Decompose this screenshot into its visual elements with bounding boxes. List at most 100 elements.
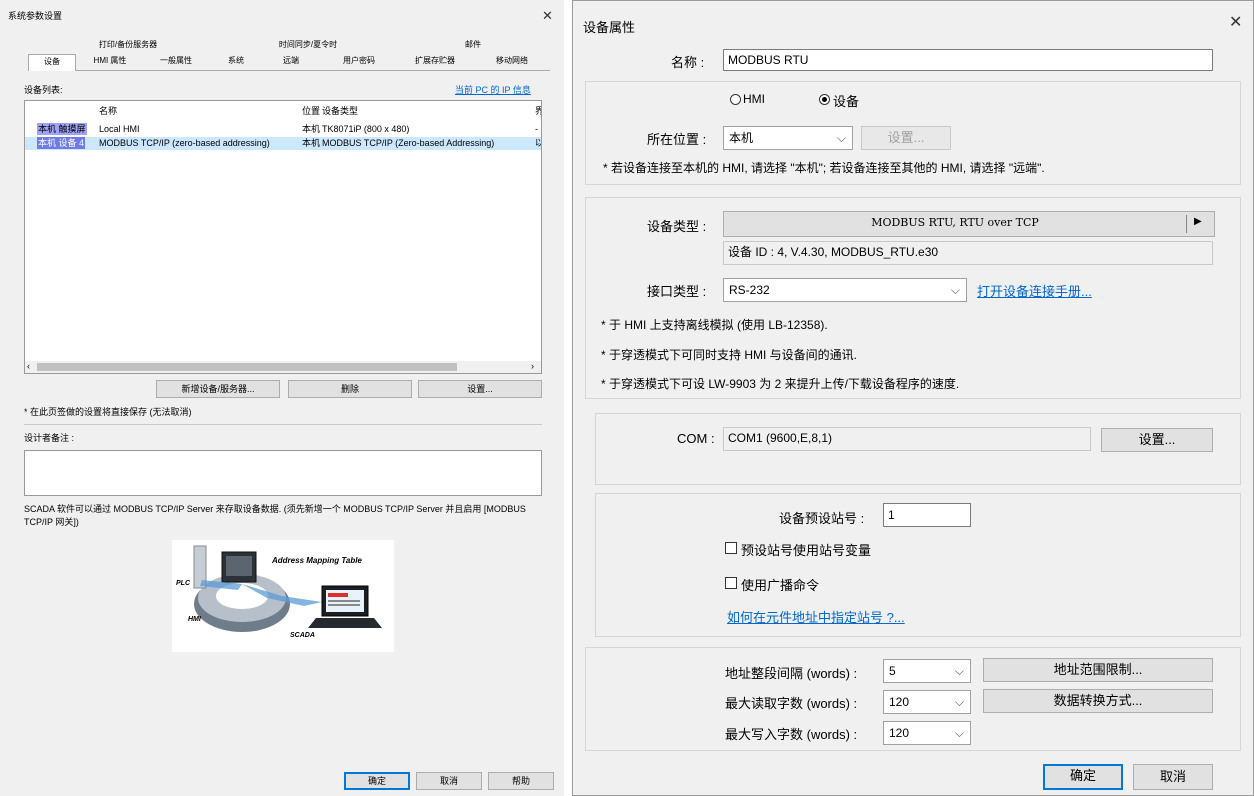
tab-general[interactable]: 一般属性 <box>146 54 206 68</box>
tab-ext-storage[interactable]: 扩展存贮器 <box>400 54 470 68</box>
tab-print-backup[interactable]: 打印/备份服务器 <box>38 38 218 52</box>
max-write-label: 最大写入字数 (words) : <box>725 727 858 742</box>
location-label: 所在位置 : <box>647 132 707 147</box>
ok-button[interactable]: 确定 <box>344 772 410 790</box>
device-type-value: MODBUS RTU, RTU over TCP <box>871 216 1039 229</box>
device-properties-window: 设备属性 ✕ 名称 : MODBUS RTU HMI 设备 所在位置 : 本机 … <box>572 0 1254 796</box>
com-label: COM : <box>677 431 715 446</box>
tab-remote[interactable]: 远端 <box>266 54 316 68</box>
col-location: 位置 <box>302 106 321 116</box>
radio-device[interactable] <box>819 94 830 105</box>
device-type-divider <box>1186 215 1187 233</box>
row-name: Local HMI <box>99 124 140 134</box>
scada-diagram: Address Mapping Table PLC HMI SCADA <box>172 540 394 652</box>
row-tag: 本机 设备 4 <box>37 137 86 149</box>
designer-note-label: 设计者备注 : <box>24 433 75 443</box>
name-label: 名称 : <box>671 55 705 70</box>
row-location: 本机 <box>302 138 321 148</box>
tab-strip: 打印/备份服务器 时间同步/夏令时 邮件 设备 HMI 属性 一般属性 系统 远… <box>28 36 550 71</box>
row-extra: - <box>535 124 538 134</box>
ip-info-link[interactable]: 当前 PC 的 IP 信息 <box>455 84 531 96</box>
name-field[interactable]: MODBUS RTU <box>723 49 1213 71</box>
radio-hmi-label: HMI <box>743 92 765 106</box>
tab-device[interactable]: 设备 <box>28 54 76 71</box>
chevron-down-icon: ⌵ <box>950 283 960 297</box>
diagram-plc: PLC <box>176 580 190 587</box>
ok-button[interactable]: 确定 <box>1043 764 1123 790</box>
station-label: 设备预设站号 : <box>779 511 865 526</box>
interface-label: 接口类型 : <box>647 284 707 299</box>
save-note: * 在此页签做的设置将直接保存 (无法取消) <box>24 407 192 417</box>
max-read-label: 最大读取字数 (words) : <box>725 696 858 711</box>
station-var-label: 预设站号使用站号变量 <box>741 543 872 558</box>
max-write-value: 120 <box>889 726 910 740</box>
device-list-label: 设备列表: <box>24 85 63 95</box>
scada-text: SCADA 软件可以通过 MODBUS TCP/IP Server 来存取设备数… <box>24 504 526 527</box>
interface-value: RS-232 <box>729 283 770 297</box>
horizontal-scrollbar[interactable]: ‹ › <box>25 361 541 373</box>
location-note: * 若设备连接至本机的 HMI, 请选择 "本机"; 若设备连接至其他的 HMI… <box>603 161 1045 175</box>
interface-select[interactable]: RS-232 ⌵ <box>723 278 967 302</box>
max-read-select[interactable]: 120 ⌵ <box>883 690 971 714</box>
location-settings-button[interactable]: 设置... <box>861 126 951 150</box>
settings-button[interactable]: 设置... <box>418 380 542 398</box>
tab-mobile-network[interactable]: 移动网络 <box>476 54 548 68</box>
table-row[interactable]: 本机 触摸屏 Local HMI 本机 TK8071iP (800 x 480)… <box>25 123 541 136</box>
device-type-label: 设备类型 : <box>647 219 707 234</box>
row-extra: 以 <box>535 137 541 149</box>
close-icon[interactable]: ✕ <box>1229 15 1242 31</box>
address-limit-button[interactable]: 地址范围限制... <box>983 658 1213 682</box>
help-button[interactable]: 帮助 <box>488 772 554 790</box>
diagram-scada: SCADA <box>290 632 315 639</box>
cancel-button[interactable]: 取消 <box>1133 764 1213 790</box>
station-field[interactable]: 1 <box>883 503 971 527</box>
window-title: 设备属性 <box>583 20 636 35</box>
device-id-field: 设备 ID : 4, V.4.30, MODBUS_RTU.e30 <box>723 241 1213 265</box>
divider <box>24 424 542 425</box>
addr-interval-value: 5 <box>889 664 896 678</box>
designer-note-input[interactable] <box>24 450 542 496</box>
device-type-select[interactable]: MODBUS RTU, RTU over TCP ▶ <box>723 211 1215 237</box>
note-upload-speed: * 于穿透模式下可设 LW-9903 为 2 来提升上传/下载设备程序的速度. <box>601 377 960 391</box>
system-params-window: 系统参数设置 ✕ 打印/备份服务器 时间同步/夏令时 邮件 设备 HMI 属性 … <box>0 0 564 796</box>
table-row[interactable]: 本机 设备 4 MODBUS TCP/IP (zero-based addres… <box>25 137 541 150</box>
scroll-thumb[interactable] <box>37 363 457 371</box>
tab-system[interactable]: 系统 <box>211 54 261 68</box>
radio-hmi[interactable] <box>730 94 741 105</box>
delete-button[interactable]: 删除 <box>288 380 412 398</box>
tab-hmi-attr[interactable]: HMI 属性 <box>80 54 140 68</box>
cancel-button[interactable]: 取消 <box>416 772 482 790</box>
max-write-select[interactable]: 120 ⌵ <box>883 721 971 745</box>
row-type: TK8071iP (800 x 480) <box>322 124 410 134</box>
location-select[interactable]: 本机 ⌵ <box>723 126 853 150</box>
col-name: 名称 <box>99 106 118 116</box>
com-field: COM1 (9600,E,8,1) <box>723 427 1091 451</box>
data-conversion-button[interactable]: 数据转换方式... <box>983 689 1213 713</box>
diagram-hmi: HMI <box>188 616 201 623</box>
scroll-left-icon[interactable]: ‹ <box>27 361 30 371</box>
tab-user-password[interactable]: 用户密码 <box>324 54 394 68</box>
max-read-value: 120 <box>889 695 910 709</box>
broadcast-label: 使用广播命令 <box>741 578 820 593</box>
close-icon[interactable]: ✕ <box>542 8 553 24</box>
row-tag: 本机 触摸屏 <box>37 123 87 135</box>
scroll-right-icon[interactable]: › <box>531 361 534 371</box>
station-var-checkbox[interactable] <box>725 542 737 554</box>
arrow-right-icon[interactable]: ▶ <box>1194 216 1202 227</box>
chevron-down-icon: ⌵ <box>836 131 846 145</box>
device-manual-link[interactable]: 打开设备连接手册... <box>977 281 1092 300</box>
device-list[interactable]: 名称 位置 设备类型 界 本机 触摸屏 Local HMI 本机 TK8071i… <box>24 100 542 374</box>
row-type: MODBUS TCP/IP (Zero-based Addressing) <box>322 138 495 148</box>
row-location: 本机 <box>302 124 321 134</box>
tab-time-sync[interactable]: 时间同步/夏令时 <box>218 38 398 52</box>
window-title: 系统参数设置 <box>8 11 63 21</box>
broadcast-checkbox[interactable] <box>725 577 737 589</box>
location-value: 本机 <box>729 131 754 145</box>
chevron-down-icon: ⌵ <box>954 664 964 678</box>
addr-interval-select[interactable]: 5 ⌵ <box>883 659 971 683</box>
tab-mail[interactable]: 邮件 <box>398 38 548 52</box>
radio-device-label: 设备 <box>833 94 860 109</box>
com-settings-button[interactable]: 设置... <box>1101 428 1213 452</box>
station-help-link[interactable]: 如何在元件地址中指定站号 ?... <box>727 607 905 626</box>
add-device-button[interactable]: 新增设备/服务器... <box>156 380 280 398</box>
